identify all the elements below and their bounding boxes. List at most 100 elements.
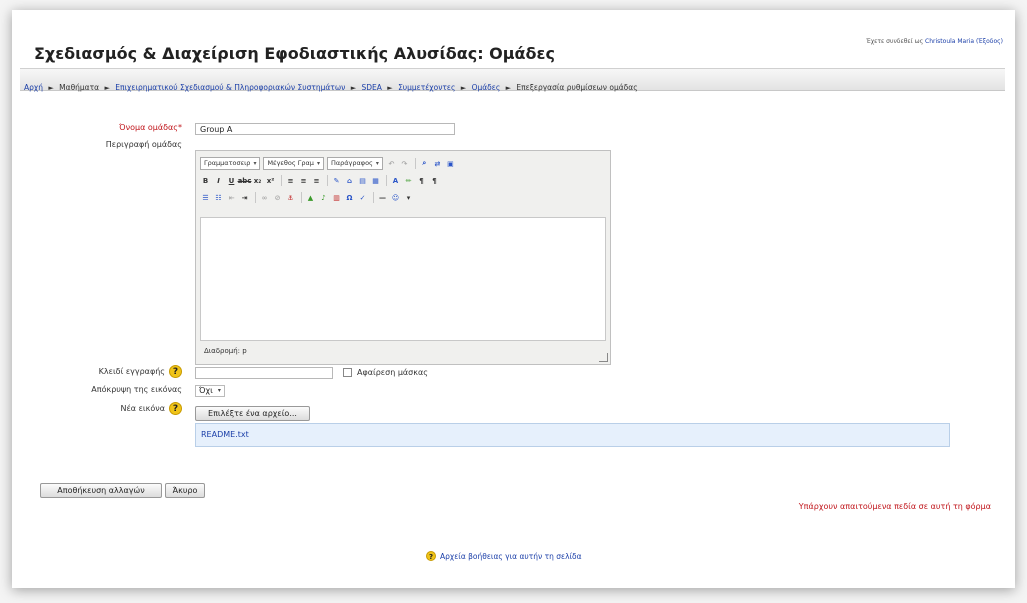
- breadcrumb-separator: ►: [48, 84, 54, 92]
- underline-icon[interactable]: U: [226, 175, 237, 186]
- clean-up-icon[interactable]: ✎: [331, 175, 342, 186]
- group-name-label-text: Όνομα ομάδας: [119, 123, 178, 132]
- help-docs-link-text: Αρχεία βοήθειας για αυτήν τη σελίδα: [440, 551, 582, 561]
- align-right-icon[interactable]: ≡: [311, 175, 322, 186]
- paste-text-icon[interactable]: ⌂: [344, 175, 355, 186]
- toolbar-divider: [281, 175, 282, 186]
- font-family-value: Γραμματοσειρ: [204, 159, 251, 167]
- login-user-link[interactable]: Christoula Maria (Έξοδος): [925, 38, 1003, 45]
- breadcrumb-separator: ►: [460, 84, 467, 92]
- anchor-icon[interactable]: ⚓: [285, 192, 296, 203]
- help-icon[interactable]: ?: [169, 365, 182, 378]
- attached-file-link[interactable]: README.txt: [201, 430, 249, 439]
- paste-word-icon[interactable]: ▤: [357, 175, 368, 186]
- outdent-icon[interactable]: ⇤: [226, 192, 237, 203]
- media-icon[interactable]: ♪: [318, 192, 329, 203]
- cancel-button[interactable]: Άκυρο: [165, 483, 205, 498]
- toolbar-divider: [301, 192, 302, 203]
- breadcrumb-separator: ►: [505, 84, 512, 92]
- chevron-down-icon[interactable]: ▾: [403, 192, 414, 203]
- editor-content-area[interactable]: [200, 217, 606, 341]
- unmask-checkbox[interactable]: [343, 368, 352, 377]
- enrolment-key-input[interactable]: [195, 367, 333, 379]
- required-star: *: [178, 123, 182, 132]
- superscript-icon[interactable]: x²: [265, 175, 276, 186]
- ltr-icon[interactable]: ¶: [416, 175, 427, 186]
- format-select[interactable]: Παράγραφος ▾: [326, 157, 383, 170]
- image-icon[interactable]: ▲: [305, 192, 316, 203]
- bullet-list-icon[interactable]: ☰: [200, 192, 211, 203]
- rtl-icon[interactable]: ¶: [429, 175, 440, 186]
- chevron-down-icon: ▾: [217, 387, 221, 394]
- breadcrumb-participants[interactable]: Συμμετέχοντες: [398, 83, 455, 92]
- emoticon-icon[interactable]: ☺: [390, 192, 401, 203]
- subscript-icon[interactable]: x₂: [252, 175, 263, 186]
- breadcrumb-groups[interactable]: Ομάδες: [472, 83, 501, 92]
- toolbar-divider: [255, 192, 256, 203]
- breadcrumb-separator: ►: [387, 84, 393, 92]
- chevron-down-icon: ▾: [375, 160, 379, 167]
- breadcrumb-course[interactable]: SDEA: [361, 83, 381, 92]
- italic-icon[interactable]: I: [213, 175, 224, 186]
- text-color-icon[interactable]: A: [390, 175, 401, 186]
- editor-toolbar-row-2: B I U abc x₂ x² ≡ ≡ ≡ ✎ ⌂ ▤ ▦ A ✏ ¶ ¶: [200, 173, 442, 188]
- enrolment-key-label: Κλειδί εγγραφής?: [99, 365, 182, 378]
- choose-file-button[interactable]: Επιλέξτε ένα αρχείο...: [195, 406, 310, 421]
- link-icon[interactable]: ∞: [259, 192, 270, 203]
- toolbar-divider: [327, 175, 328, 186]
- editor-toolbar-row-1: Γραμματοσειρ ▾ Μέγεθος Γραμ ▾ Παράγραφος ▾ …: [200, 156, 458, 171]
- unmask-label: Αφαίρεση μάσκας: [357, 368, 428, 377]
- login-prefix: Έχετε συνδεθεί ως: [866, 38, 924, 45]
- breadcrumb: Αρχή ► Μαθήματα ► Επιχειρηματικού Σχεδια…: [24, 83, 638, 92]
- unlink-icon[interactable]: ⊘: [272, 192, 283, 203]
- redo-icon[interactable]: ↷: [399, 158, 410, 169]
- login-info: Έχετε συνδεθεί ως Christoula Maria (Έξοδ…: [866, 38, 1003, 45]
- editor-path: Διαδρομή: p: [204, 347, 247, 355]
- table-icon[interactable]: ▥: [331, 192, 342, 203]
- group-name-label: Όνομα ομάδας*: [119, 123, 182, 132]
- align-center-icon[interactable]: ≡: [298, 175, 309, 186]
- required-fields-note: Υπάρχουν απαιτούμενα πεδία σε αυτή τη φό…: [798, 502, 991, 511]
- new-picture-label-text: Νέα εικόνα: [120, 404, 165, 413]
- breadcrumb-category[interactable]: Επιχειρηματικού Σχεδιασμού & Πληροφοριακ…: [115, 83, 345, 92]
- font-family-select[interactable]: Γραμματοσειρ ▾: [200, 157, 261, 170]
- chevron-down-icon: ▾: [253, 160, 257, 167]
- align-left-icon[interactable]: ≡: [285, 175, 296, 186]
- toolbar-divider: [386, 175, 387, 186]
- hide-picture-select[interactable]: Όχι ▾: [195, 385, 225, 397]
- new-picture-label: Νέα εικόνα?: [120, 402, 182, 415]
- numbered-list-icon[interactable]: ☷: [213, 192, 224, 203]
- group-name-input[interactable]: Group A: [195, 123, 455, 135]
- html-editor: Γραμματοσειρ ▾ Μέγεθος Γραμ ▾ Παράγραφος ▾ …: [195, 150, 611, 365]
- bold-icon[interactable]: B: [200, 175, 211, 186]
- highlight-color-icon[interactable]: ✏: [403, 175, 414, 186]
- special-char-icon[interactable]: Ω: [344, 192, 355, 203]
- breadcrumb-current: Επεξεργασία ρυθμίσεων ομάδας: [516, 83, 638, 92]
- page-container: Σχεδιασμός & Διαχείριση Εφοδιαστικής Αλυ…: [12, 10, 1015, 588]
- resize-handle-icon[interactable]: [599, 353, 608, 362]
- breadcrumb-home[interactable]: Αρχή: [24, 83, 43, 92]
- page-title: Σχεδιασμός & Διαχείριση Εφοδιαστικής Αλυ…: [34, 44, 555, 63]
- indent-icon[interactable]: ⇥: [239, 192, 250, 203]
- help-icon[interactable]: ?: [169, 402, 182, 415]
- breadcrumb-courses: Μαθήματα: [59, 83, 100, 92]
- hide-picture-label: Απόκρυψη της εικόνας: [91, 385, 182, 394]
- horizontal-rule-icon[interactable]: —: [377, 192, 388, 203]
- replace-icon[interactable]: ⇄: [432, 158, 443, 169]
- insert-icon[interactable]: ▦: [370, 175, 381, 186]
- fullscreen-icon[interactable]: ▣: [445, 158, 456, 169]
- find-icon[interactable]: ⌕: [419, 158, 430, 169]
- font-size-value: Μέγεθος Γραμ: [267, 159, 314, 167]
- strikethrough-icon[interactable]: abc: [238, 175, 252, 186]
- help-docs-link[interactable]: ? Αρχεία βοήθειας για αυτήν τη σελίδα: [426, 551, 582, 561]
- help-icon: ?: [426, 551, 436, 561]
- toolbar-divider: [414, 158, 416, 169]
- breadcrumb-separator: ►: [104, 84, 110, 92]
- file-list: README.txt: [195, 423, 950, 447]
- breadcrumb-separator: ►: [350, 84, 357, 92]
- undo-icon[interactable]: ↶: [386, 158, 397, 169]
- font-size-select[interactable]: Μέγεθος Γραμ ▾: [263, 157, 324, 170]
- spellcheck-icon[interactable]: ✓: [357, 192, 368, 203]
- hide-picture-value: Όχι: [199, 386, 213, 395]
- save-changes-button[interactable]: Αποθήκευση αλλαγών: [40, 483, 162, 498]
